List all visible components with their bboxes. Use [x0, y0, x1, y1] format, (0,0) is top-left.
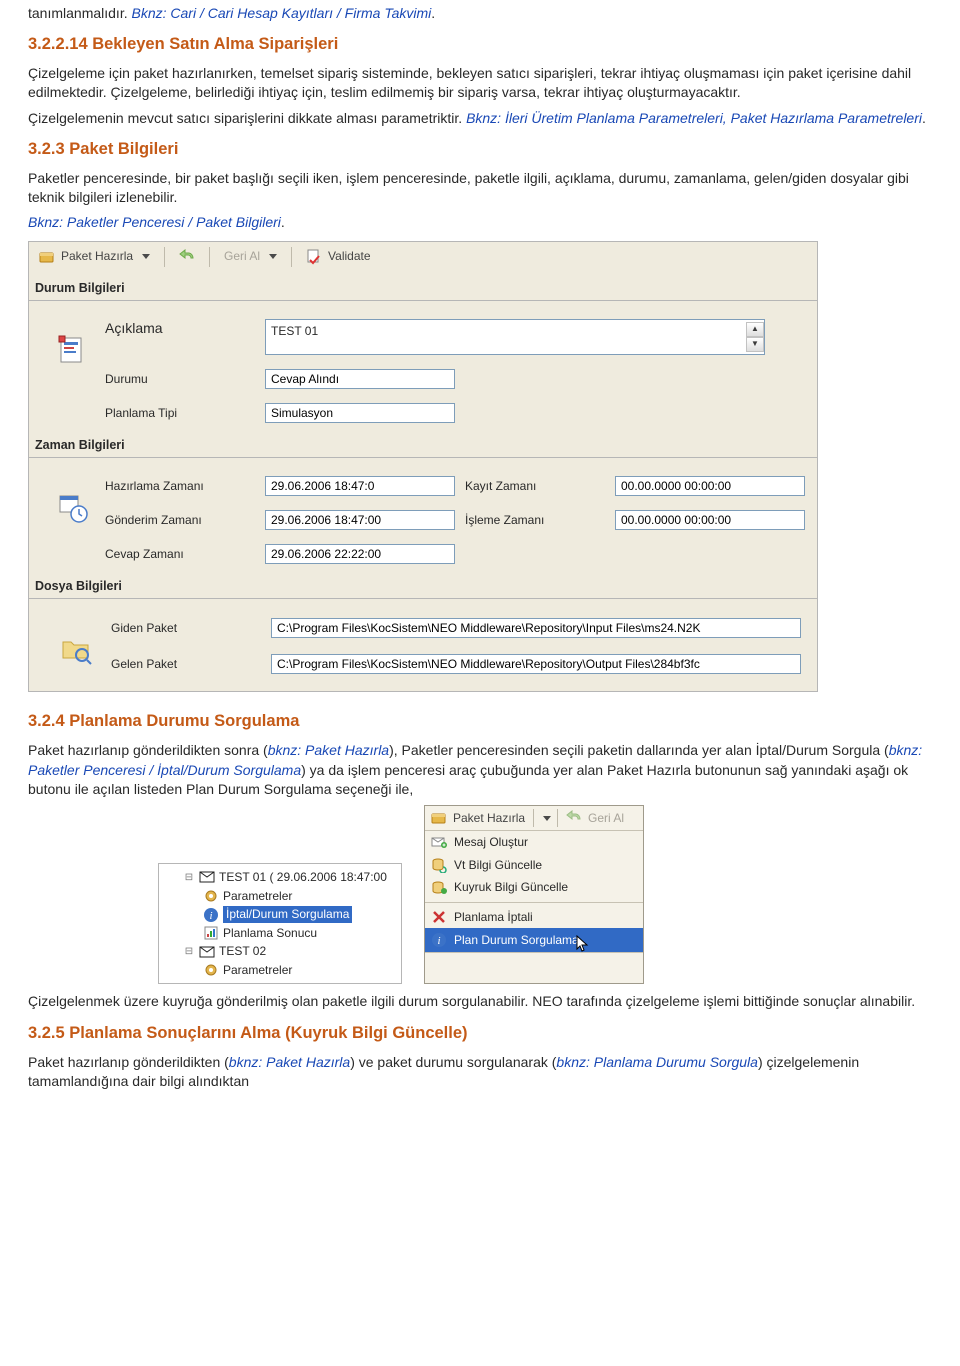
isleme-label: İşleme Zamanı: [465, 512, 605, 529]
link-paket-hazirla[interactable]: bknz: Paket Hazırla: [268, 742, 389, 758]
para-3-2-4: Paket hazırlanıp gönderildikten sonra (b…: [28, 741, 932, 799]
geri-al-button[interactable]: Geri Al: [218, 246, 283, 268]
cevap-input[interactable]: [265, 544, 455, 564]
clock-calendar-icon: [57, 492, 89, 524]
giden-input[interactable]: [271, 618, 801, 638]
menu-item-iptal[interactable]: Planlama İptali: [425, 906, 643, 929]
planlama-tipi-label: Planlama Tipi: [105, 405, 255, 422]
svg-text:i: i: [209, 910, 212, 922]
menu-paket-hazirla-button[interactable]: Paket Hazırla: [429, 807, 527, 829]
durumu-input[interactable]: [265, 369, 455, 389]
result-icon: [203, 925, 219, 941]
tree-node-parametreler-2[interactable]: Parametreler: [161, 961, 399, 980]
tree-node-test02[interactable]: ⊟ TEST 02: [161, 942, 399, 961]
textarea-scrollbar[interactable]: ▲ ▼: [746, 322, 762, 352]
info-icon: i: [431, 932, 447, 948]
heading-3-2-4: 3.2.4 Planlama Durumu Sorgulama: [28, 710, 932, 733]
validate-button[interactable]: Validate: [300, 246, 376, 268]
para-after-tree: Çizelgelenmek üzere kuyruğa gönderilmiş …: [28, 992, 932, 1011]
gelen-input[interactable]: [271, 654, 801, 674]
properties-icon: [57, 335, 89, 367]
package-icon: [39, 249, 55, 265]
panel-toolbar: Paket Hazırla Geri Al Validate: [29, 242, 817, 272]
link-planlama-durumu[interactable]: bknz: Planlama Durumu Sorgula: [556, 1054, 758, 1070]
gelen-label: Gelen Paket: [111, 656, 261, 673]
para-3-2-5: Paket hazırlanıp gönderildikten (bknz: P…: [28, 1053, 932, 1092]
hazirlama-label: Hazırlama Zamanı: [105, 478, 255, 495]
chevron-down-icon[interactable]: [269, 254, 277, 259]
tree-node-test01[interactable]: ⊟ TEST 01 ( 29.06.2006 18:47:00: [161, 868, 399, 887]
mouse-cursor-icon: [576, 935, 590, 953]
heading-3-2-5: 3.2.5 Planlama Sonuçlarını Alma (Kuyruk …: [28, 1022, 932, 1045]
link-paket-hazirla-2[interactable]: bknz: Paket Hazırla: [229, 1054, 350, 1070]
menu-item-kuyruk[interactable]: Kuyruk Bilgi Güncelle: [425, 876, 643, 899]
durum-bilgileri-header: Durum Bilgileri: [29, 276, 817, 301]
isleme-input[interactable]: [615, 510, 805, 530]
durumu-label: Durumu: [105, 371, 255, 388]
mail-icon: [199, 944, 215, 960]
gear-icon: [203, 962, 219, 978]
para-3-2-2-14-1: Çizelgeleme için paket hazırlanırken, te…: [28, 64, 932, 103]
chevron-down-icon[interactable]: [142, 254, 150, 259]
heading-3-2-2-14: 3.2.2.14 Bekleyen Satın Alma Siparişleri: [28, 33, 932, 56]
paket-tree: ⊟ TEST 01 ( 29.06.2006 18:47:00 Parametr…: [158, 863, 402, 984]
scroll-up-icon[interactable]: ▲: [751, 325, 759, 333]
dosya-bilgileri-header: Dosya Bilgileri: [29, 574, 817, 599]
scroll-down-icon[interactable]: ▼: [751, 340, 759, 348]
paket-bilgileri-panel: Paket Hazırla Geri Al Validate Durum Bil…: [28, 241, 818, 693]
intro-link[interactable]: Bknz: Cari / Cari Hesap Kayıtları / Firm…: [132, 5, 432, 21]
chevron-down-icon[interactable]: [543, 816, 551, 821]
tree-minus-icon[interactable]: ⊟: [183, 945, 195, 959]
menu-item-vt[interactable]: Vt Bilgi Güncelle: [425, 854, 643, 877]
mail-icon: [199, 869, 215, 885]
para-link-paketler[interactable]: Bknz: Paketler Penceresi / Paket Bilgile…: [28, 214, 281, 230]
tree-node-iptal-durum[interactable]: i İptal/Durum Sorgulama: [161, 905, 399, 924]
validate-icon: [306, 249, 322, 265]
intro-text: tanımlanmalıdır.: [28, 5, 128, 21]
tree-node-planlama-sonucu[interactable]: Planlama Sonucu: [161, 924, 399, 943]
heading-3-2-3: 3.2.3 Paket Bilgileri: [28, 138, 932, 161]
undo-icon: [566, 810, 582, 826]
para-3-2-2-14-2: Çizelgelemenin mevcut satıcı siparişleri…: [28, 109, 932, 128]
gonderim-input[interactable]: [265, 510, 455, 530]
svg-text:i: i: [437, 935, 440, 947]
planlama-tipi-input[interactable]: [265, 403, 455, 423]
cevap-label: Cevap Zamanı: [105, 546, 255, 563]
tree-minus-icon[interactable]: ⊟: [183, 871, 195, 885]
kayit-label: Kayıt Zamanı: [465, 478, 605, 495]
db-refresh-icon: [431, 857, 447, 873]
intro-paragraph: tanımlanmalıdır. Bknz: Cari / Cari Hesap…: [28, 4, 932, 23]
cancel-icon: [431, 909, 447, 925]
mail-add-icon: [431, 834, 447, 850]
paket-hazirla-button[interactable]: Paket Hazırla: [33, 246, 156, 268]
zaman-bilgileri-header: Zaman Bilgileri: [29, 433, 817, 458]
para-3-2-3: Paketler penceresinde, bir paket başlığı…: [28, 169, 932, 208]
tree-node-parametreler[interactable]: Parametreler: [161, 887, 399, 906]
undo-button[interactable]: [173, 246, 201, 268]
menu-item-mesaj[interactable]: Mesaj Oluştur: [425, 831, 643, 854]
kayit-input[interactable]: [615, 476, 805, 496]
folder-search-icon: [60, 633, 92, 665]
package-icon: [431, 810, 447, 826]
gear-icon: [203, 888, 219, 904]
info-icon: i: [203, 907, 219, 923]
para-link-ileri-uretim[interactable]: Bknz: İleri Üretim Planlama Parametreler…: [466, 110, 922, 126]
giden-label: Giden Paket: [111, 620, 261, 637]
paket-hazirla-menu: Paket Hazırla Geri Al Mesaj Oluştur Vt B…: [424, 805, 644, 984]
db-queue-icon: [431, 880, 447, 896]
hazirlama-input[interactable]: [265, 476, 455, 496]
aciklama-label: Açıklama: [105, 319, 255, 338]
menu-geri-al-button[interactable]: Geri Al: [564, 807, 626, 829]
gonderim-label: Gönderim Zamanı: [105, 512, 255, 529]
undo-icon: [179, 249, 195, 265]
menu-item-plan-sorg[interactable]: i Plan Durum Sorgulama: [425, 928, 643, 952]
aciklama-textarea[interactable]: TEST 01 ▲ ▼: [265, 319, 765, 355]
